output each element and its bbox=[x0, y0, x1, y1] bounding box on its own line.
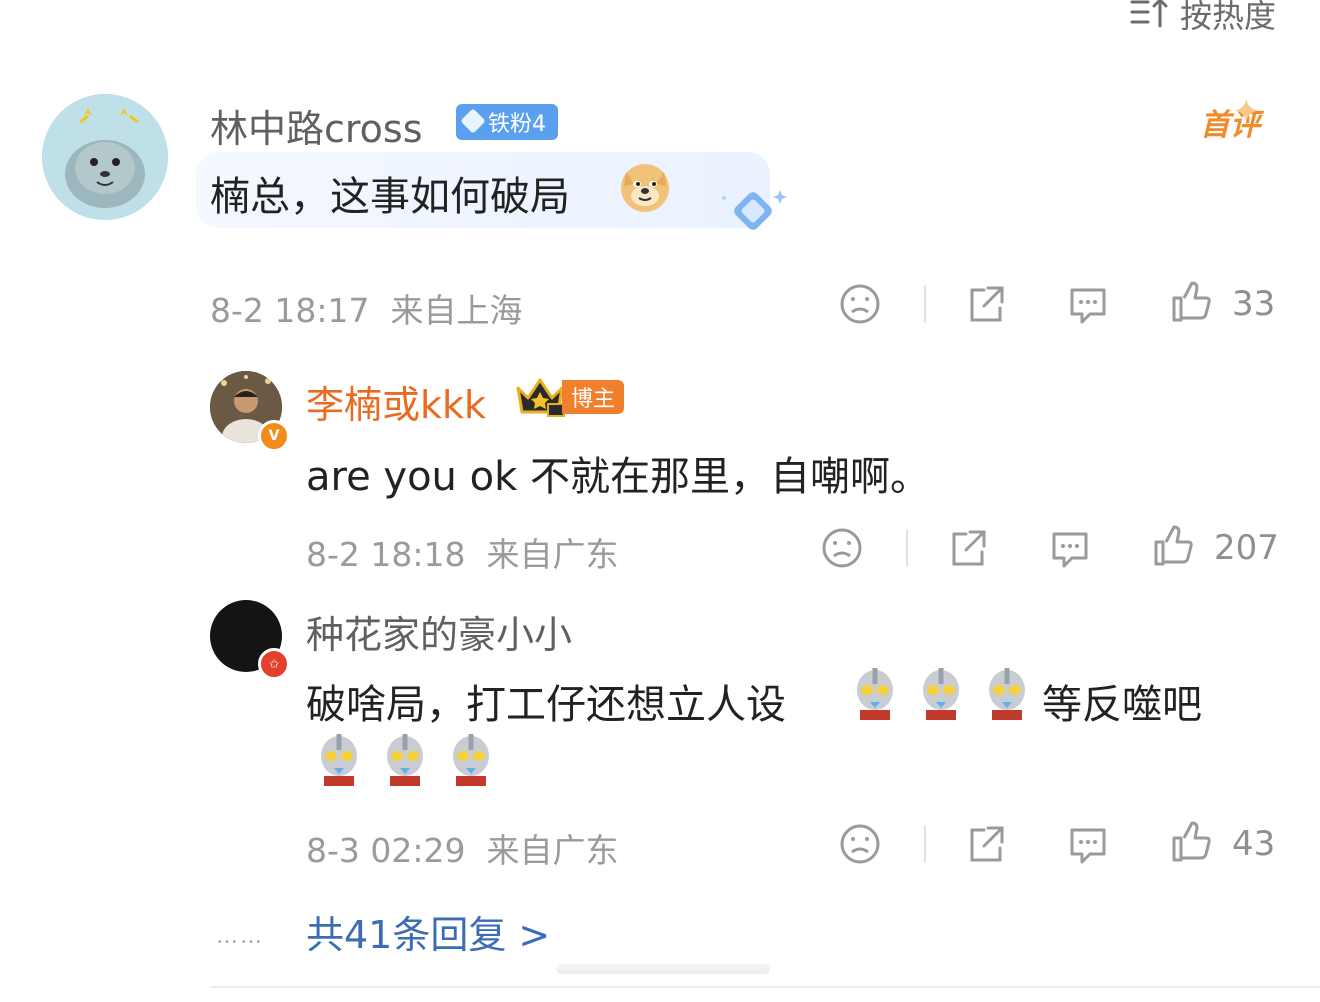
share-button[interactable] bbox=[964, 282, 1008, 326]
comment-meta: 8-2 18:18 来自广东 bbox=[306, 528, 618, 576]
verified-v-icon: V bbox=[258, 420, 290, 452]
sort-icon bbox=[1130, 0, 1168, 28]
comment-text: are you ok 不就在那里，自嘲啊。 bbox=[306, 454, 930, 500]
comment-icon bbox=[1070, 828, 1106, 864]
share-icon bbox=[970, 286, 1004, 322]
seal-avatar-image bbox=[42, 94, 168, 220]
comment-text: 楠总，这事如何破局 bbox=[210, 174, 570, 220]
sad-face-icon bbox=[840, 284, 880, 324]
ultraman-emoji-icon bbox=[387, 734, 423, 786]
comment-icon bbox=[1070, 288, 1106, 324]
like-count: 43 bbox=[1232, 824, 1276, 864]
share-button[interactable] bbox=[946, 526, 990, 570]
comment-location: 来自广东 bbox=[486, 535, 619, 574]
ultraman-emoji-icon bbox=[321, 734, 357, 786]
avatar[interactable] bbox=[42, 94, 168, 220]
sad-face-icon bbox=[822, 528, 862, 568]
star-badge-icon: ✩ bbox=[258, 648, 290, 680]
dislike-button[interactable] bbox=[838, 282, 882, 326]
comment-username[interactable]: 种花家的豪小小 bbox=[306, 604, 572, 659]
share-icon bbox=[952, 530, 986, 566]
comment-location: 来自广东 bbox=[486, 831, 619, 870]
comment-time: 8-3 02:29 bbox=[306, 831, 466, 870]
divider bbox=[906, 529, 908, 567]
thumbs-up-icon bbox=[1154, 525, 1193, 566]
ellipsis-divider: …… bbox=[216, 924, 264, 949]
comment-meta: 8-3 02:29 来自广东 bbox=[306, 824, 618, 872]
sad-face-icon bbox=[840, 824, 880, 864]
comment-username[interactable]: 林中路cross bbox=[210, 98, 423, 153]
doge-emoji-icon bbox=[621, 164, 669, 212]
dislike-button[interactable] bbox=[820, 526, 864, 570]
reply-button[interactable] bbox=[1048, 526, 1092, 570]
fan-badge-label: 铁粉4 bbox=[488, 112, 546, 137]
like-count: 207 bbox=[1214, 528, 1279, 568]
comment-meta: 8-2 18:17 来自上海 bbox=[210, 284, 522, 332]
comment-location: 来自上海 bbox=[390, 291, 523, 330]
crown-icon bbox=[516, 378, 565, 417]
comment-time: 8-2 18:18 bbox=[306, 535, 466, 574]
comment-time: 8-2 18:17 bbox=[210, 291, 370, 330]
share-icon bbox=[970, 826, 1004, 862]
diamond-icon bbox=[460, 108, 486, 134]
comment-icon bbox=[1052, 532, 1088, 568]
divider bbox=[210, 986, 1320, 988]
ultraman-emoji-icon bbox=[923, 668, 959, 720]
sort-by-hot-button[interactable]: 按热度 bbox=[1130, 0, 1276, 35]
fan-gem-decoration-icon bbox=[722, 190, 787, 230]
comment-text-suffix: 等反噬吧 bbox=[1042, 682, 1202, 728]
reply-button[interactable] bbox=[1066, 822, 1110, 866]
thumbs-up-icon bbox=[1172, 821, 1211, 862]
dislike-button[interactable] bbox=[838, 822, 882, 866]
like-count: 33 bbox=[1232, 284, 1276, 324]
sort-label: 按热度 bbox=[1179, 0, 1276, 35]
sparkle-icon: ✦ bbox=[1232, 92, 1261, 132]
fan-level-badge: 铁粉4 bbox=[456, 104, 558, 140]
blogger-badge: 博主 bbox=[562, 380, 624, 414]
ultraman-emoji-icon bbox=[857, 668, 893, 720]
view-all-replies-link[interactable]: 共41条回复 > bbox=[306, 904, 550, 959]
comment-text: 破啥局，打工仔还想立人设 bbox=[306, 672, 786, 730]
ultraman-emoji-icon bbox=[453, 734, 489, 786]
comment-username[interactable]: 李楠或kkk bbox=[306, 374, 486, 429]
thumbs-up-icon bbox=[1172, 281, 1211, 322]
divider bbox=[924, 825, 926, 863]
ultraman-emoji-icon bbox=[989, 668, 1025, 720]
like-button[interactable] bbox=[1168, 280, 1212, 324]
comment-text-part: 破啥局，打工仔还想立人设 bbox=[306, 682, 786, 728]
like-button[interactable] bbox=[1150, 524, 1194, 568]
reply-button[interactable] bbox=[1066, 282, 1110, 326]
share-button[interactable] bbox=[964, 822, 1008, 866]
scroll-indicator bbox=[556, 964, 770, 974]
divider bbox=[924, 285, 926, 323]
like-button[interactable] bbox=[1168, 820, 1212, 864]
